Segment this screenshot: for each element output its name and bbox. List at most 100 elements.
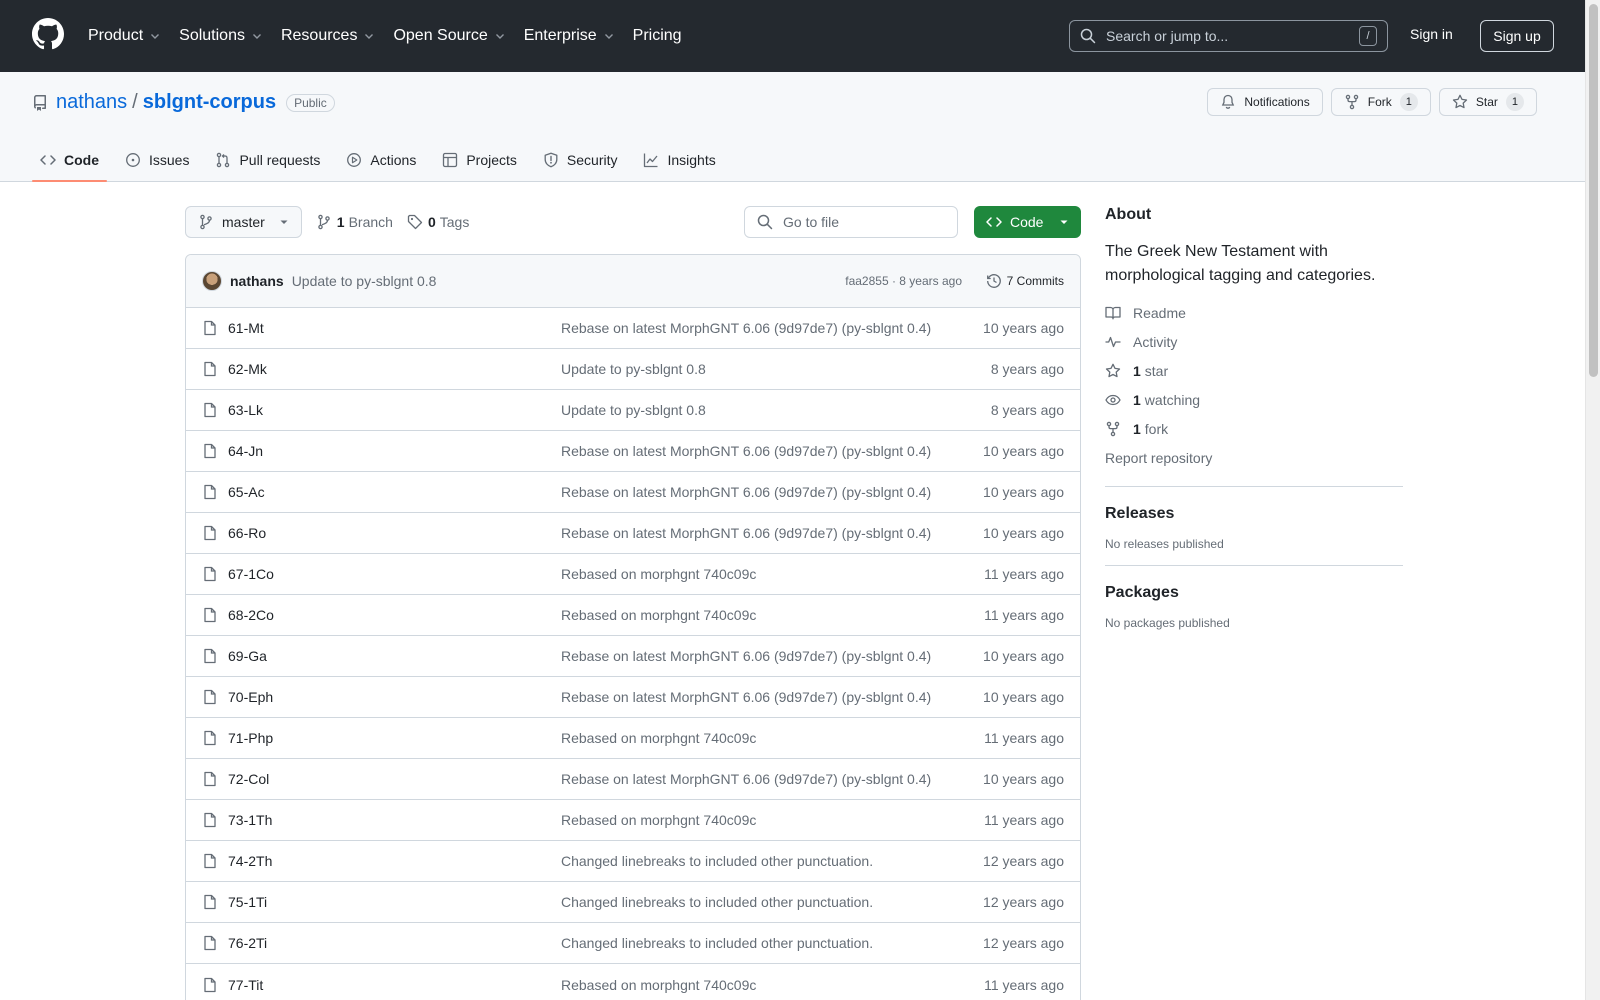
packages-heading[interactable]: Packages xyxy=(1105,584,1403,602)
file-name-link[interactable]: 76-2Ti xyxy=(228,935,563,951)
file-name-link[interactable]: 75-1Ti xyxy=(228,894,563,910)
repo-separator: / xyxy=(132,91,138,113)
file-commit-message-link[interactable]: Update to py-sblgnt 0.8 xyxy=(561,361,706,377)
file-commit-message-link[interactable]: Rebase on latest MorphGNT 6.06 (9d97de7)… xyxy=(561,320,931,336)
releases-heading[interactable]: Releases xyxy=(1105,505,1403,523)
readme-link[interactable]: Readme xyxy=(1105,298,1403,327)
fork-button[interactable]: Fork 1 xyxy=(1330,88,1431,116)
file-commit-age: 10 years ago xyxy=(983,689,1064,705)
file-commit-message-link[interactable]: Rebase on latest MorphGNT 6.06 (9d97de7)… xyxy=(561,771,931,787)
table-row: 70-Eph Rebase on latest MorphGNT 6.06 (9d… xyxy=(186,677,1080,718)
top-nav-resources[interactable]: Resources xyxy=(281,24,375,48)
top-nav-enterprise[interactable]: Enterprise xyxy=(524,24,615,48)
branches-link[interactable]: 1 Branch xyxy=(316,214,393,230)
tab-pull-requests[interactable]: Pull requests xyxy=(207,140,328,180)
forks-link[interactable]: 1 fork xyxy=(1105,414,1403,443)
sidebar-divider xyxy=(1105,486,1403,487)
commit-meta[interactable]: faa2855 · 8 years ago xyxy=(845,274,962,288)
github-logo-icon[interactable] xyxy=(32,18,64,50)
file-name-link[interactable]: 61-Mt xyxy=(228,320,563,336)
file-icon xyxy=(204,566,216,582)
file-commit-message-link[interactable]: Changed linebreaks to included other pun… xyxy=(561,894,873,910)
top-nav-product[interactable]: Product xyxy=(88,24,161,48)
avatar[interactable] xyxy=(202,271,222,291)
notifications-button[interactable]: Notifications xyxy=(1207,88,1323,116)
commits-history-link[interactable]: 7 Commits xyxy=(986,273,1064,289)
file-name-link[interactable]: 64-Jn xyxy=(228,443,563,459)
file-commit-message-link[interactable]: Update to py-sblgnt 0.8 xyxy=(561,402,706,418)
star-button[interactable]: Star 1 xyxy=(1438,88,1537,116)
book-icon xyxy=(1105,306,1121,319)
top-nav-pricing[interactable]: Pricing xyxy=(633,24,682,48)
fork-icon xyxy=(1106,421,1120,436)
repo-owner-link[interactable]: nathans xyxy=(56,91,127,114)
file-name-link[interactable]: 68-2Co xyxy=(228,607,563,623)
caret-down-icon xyxy=(280,220,288,224)
sign-in-link[interactable]: Sign in xyxy=(1410,26,1453,42)
table-row: 67-1Co Rebased on morphgnt 740c09c 11 year… xyxy=(186,554,1080,595)
scrollbar-thumb[interactable] xyxy=(1589,4,1598,377)
commit-message[interactable]: Update to py-sblgnt 0.8 xyxy=(292,273,437,289)
sign-up-button[interactable]: Sign up xyxy=(1480,20,1554,52)
file-name-link[interactable]: 66-Ro xyxy=(228,525,563,541)
file-commit-message-link[interactable]: Rebased on morphgnt 740c09c xyxy=(561,607,756,623)
file-icon xyxy=(204,771,216,787)
file-commit-message-link[interactable]: Rebase on latest MorphGNT 6.06 (9d97de7)… xyxy=(561,484,931,500)
tab-issues[interactable]: Issues xyxy=(117,140,197,180)
file-name-link[interactable]: 65-Ac xyxy=(228,484,563,500)
go-to-file-input[interactable]: Go to file xyxy=(744,206,958,238)
file-commit-message-link[interactable]: Rebase on latest MorphGNT 6.06 (9d97de7)… xyxy=(561,525,931,541)
global-nav: Product Solutions Resources Open Source Ente… xyxy=(88,24,700,48)
file-commit-message-link[interactable]: Rebased on morphgnt 740c09c xyxy=(561,566,756,582)
star-count: 1 xyxy=(1505,93,1524,111)
file-name-link[interactable]: 63-Lk xyxy=(228,402,563,418)
tab-projects[interactable]: Projects xyxy=(434,140,525,180)
file-commit-message-link[interactable]: Rebased on morphgnt 740c09c xyxy=(561,977,756,993)
report-repository-link[interactable]: Report repository xyxy=(1105,443,1403,472)
activity-link[interactable]: Activity xyxy=(1105,327,1403,356)
tags-link[interactable]: 0 Tags xyxy=(407,214,469,230)
file-commit-message-link[interactable]: Rebased on morphgnt 740c09c xyxy=(561,812,756,828)
global-search-input[interactable]: Search or jump to... / xyxy=(1069,20,1388,52)
file-commit-message-link[interactable]: Rebased on morphgnt 740c09c xyxy=(561,730,756,746)
page-scrollbar[interactable] xyxy=(1585,0,1600,1000)
commit-author[interactable]: nathans xyxy=(230,273,284,289)
watching-link[interactable]: 1 watching xyxy=(1105,385,1403,414)
file-commit-age: 11 years ago xyxy=(984,566,1064,582)
file-commit-age: 8 years ago xyxy=(990,361,1064,377)
repo-sidebar: About The Greek New Testament with morph… xyxy=(1105,206,1403,630)
top-nav-open-source[interactable]: Open Source xyxy=(393,24,505,48)
file-icon xyxy=(204,648,216,664)
tab-security[interactable]: Security xyxy=(535,140,626,180)
file-commit-message-link[interactable]: Changed linebreaks to included other pun… xyxy=(561,853,873,869)
tab-actions[interactable]: Actions xyxy=(338,140,424,180)
file-icon xyxy=(204,812,216,828)
file-name-link[interactable]: 69-Ga xyxy=(228,648,563,664)
tab-label: Pull requests xyxy=(239,152,321,168)
top-nav-solutions[interactable]: Solutions xyxy=(179,24,263,48)
file-name-link[interactable]: 73-1Th xyxy=(228,812,563,828)
about-links: Readme Activity 1 star 1 watching 1 fork… xyxy=(1105,298,1403,472)
chevron-down-icon xyxy=(151,34,160,39)
file-name-link[interactable]: 71-Php xyxy=(228,730,563,746)
global-header: Product Solutions Resources Open Source Ente… xyxy=(0,0,1585,72)
repo-name-link[interactable]: sblgnt-corpus xyxy=(143,91,276,114)
stars-label: star xyxy=(1144,362,1169,379)
file-name-link[interactable]: 77-Tit xyxy=(228,977,563,993)
file-commit-message-link[interactable]: Rebase on latest MorphGNT 6.06 (9d97de7)… xyxy=(561,443,931,459)
code-dropdown-button[interactable]: Code xyxy=(974,206,1081,238)
tab-insights[interactable]: Insights xyxy=(635,140,723,180)
file-name-link[interactable]: 72-Col xyxy=(228,771,563,787)
file-commit-age: 10 years ago xyxy=(983,320,1064,336)
file-name-link[interactable]: 70-Eph xyxy=(228,689,563,705)
file-commit-message-link[interactable]: Rebase on latest MorphGNT 6.06 (9d97de7)… xyxy=(561,648,931,664)
file-name-link[interactable]: 62-Mk xyxy=(228,361,563,377)
file-name-link[interactable]: 67-1Co xyxy=(228,566,563,582)
tab-code[interactable]: Code xyxy=(32,140,107,182)
stars-link[interactable]: 1 star xyxy=(1105,356,1403,385)
file-commit-message-link[interactable]: Rebase on latest MorphGNT 6.06 (9d97de7)… xyxy=(561,689,931,705)
eye-icon xyxy=(1105,394,1121,405)
file-name-link[interactable]: 74-2Th xyxy=(228,853,563,869)
file-commit-message-link[interactable]: Changed linebreaks to included other pun… xyxy=(561,935,873,951)
branch-select-button[interactable]: master xyxy=(185,206,302,238)
